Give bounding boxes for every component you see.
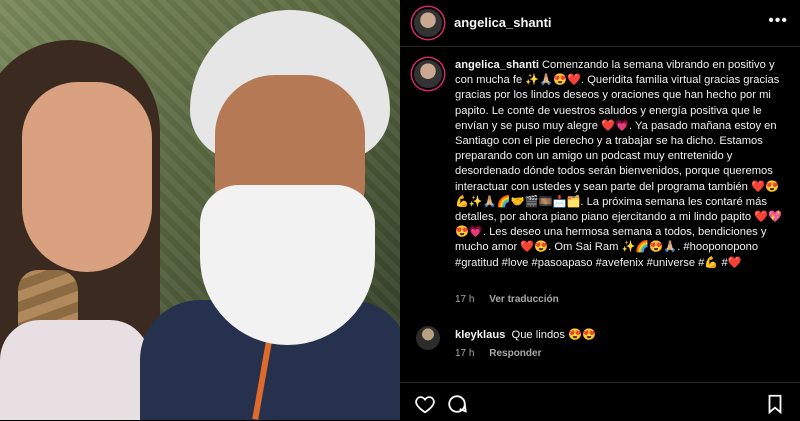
- post-photo: [0, 0, 400, 420]
- see-translation-button[interactable]: Ver traducción: [489, 294, 558, 305]
- comment-time: 17 h: [455, 348, 475, 359]
- caption-username[interactable]: angelica_shanti: [455, 59, 539, 71]
- reply-button[interactable]: Responder: [489, 348, 541, 359]
- woman-top: [0, 320, 150, 420]
- post-header: angelica_shanti •••: [400, 0, 800, 47]
- caption: angelica_shanti Comenzando la semana vibr…: [455, 58, 790, 271]
- caption-text: Comenzando la semana vibrando en positiv…: [455, 59, 783, 269]
- comment-body: Que lindos 😍😍: [511, 329, 596, 341]
- caption-time: 17 h: [455, 294, 475, 305]
- heart-icon[interactable]: [414, 393, 436, 415]
- more-icon[interactable]: •••: [768, 12, 788, 30]
- post-panel: angelica_shanti ••• angelica_shanti Comen…: [400, 0, 800, 420]
- woman-face: [22, 82, 152, 272]
- caption-avatar[interactable]: [414, 60, 442, 88]
- commenter-avatar[interactable]: [416, 326, 440, 350]
- commenter-username[interactable]: kleyklaus: [455, 329, 505, 341]
- comment-text: kleyklaus Que lindos 😍😍: [455, 328, 596, 341]
- action-bar: [400, 382, 800, 421]
- author-avatar[interactable]: [414, 9, 442, 37]
- caption-meta: 17 h Ver traducción: [455, 294, 571, 305]
- comment-icon[interactable]: [446, 393, 468, 415]
- author-username[interactable]: angelica_shanti: [454, 15, 552, 30]
- bookmark-icon[interactable]: [764, 393, 786, 415]
- comment-meta: 17 h Responder: [455, 348, 553, 359]
